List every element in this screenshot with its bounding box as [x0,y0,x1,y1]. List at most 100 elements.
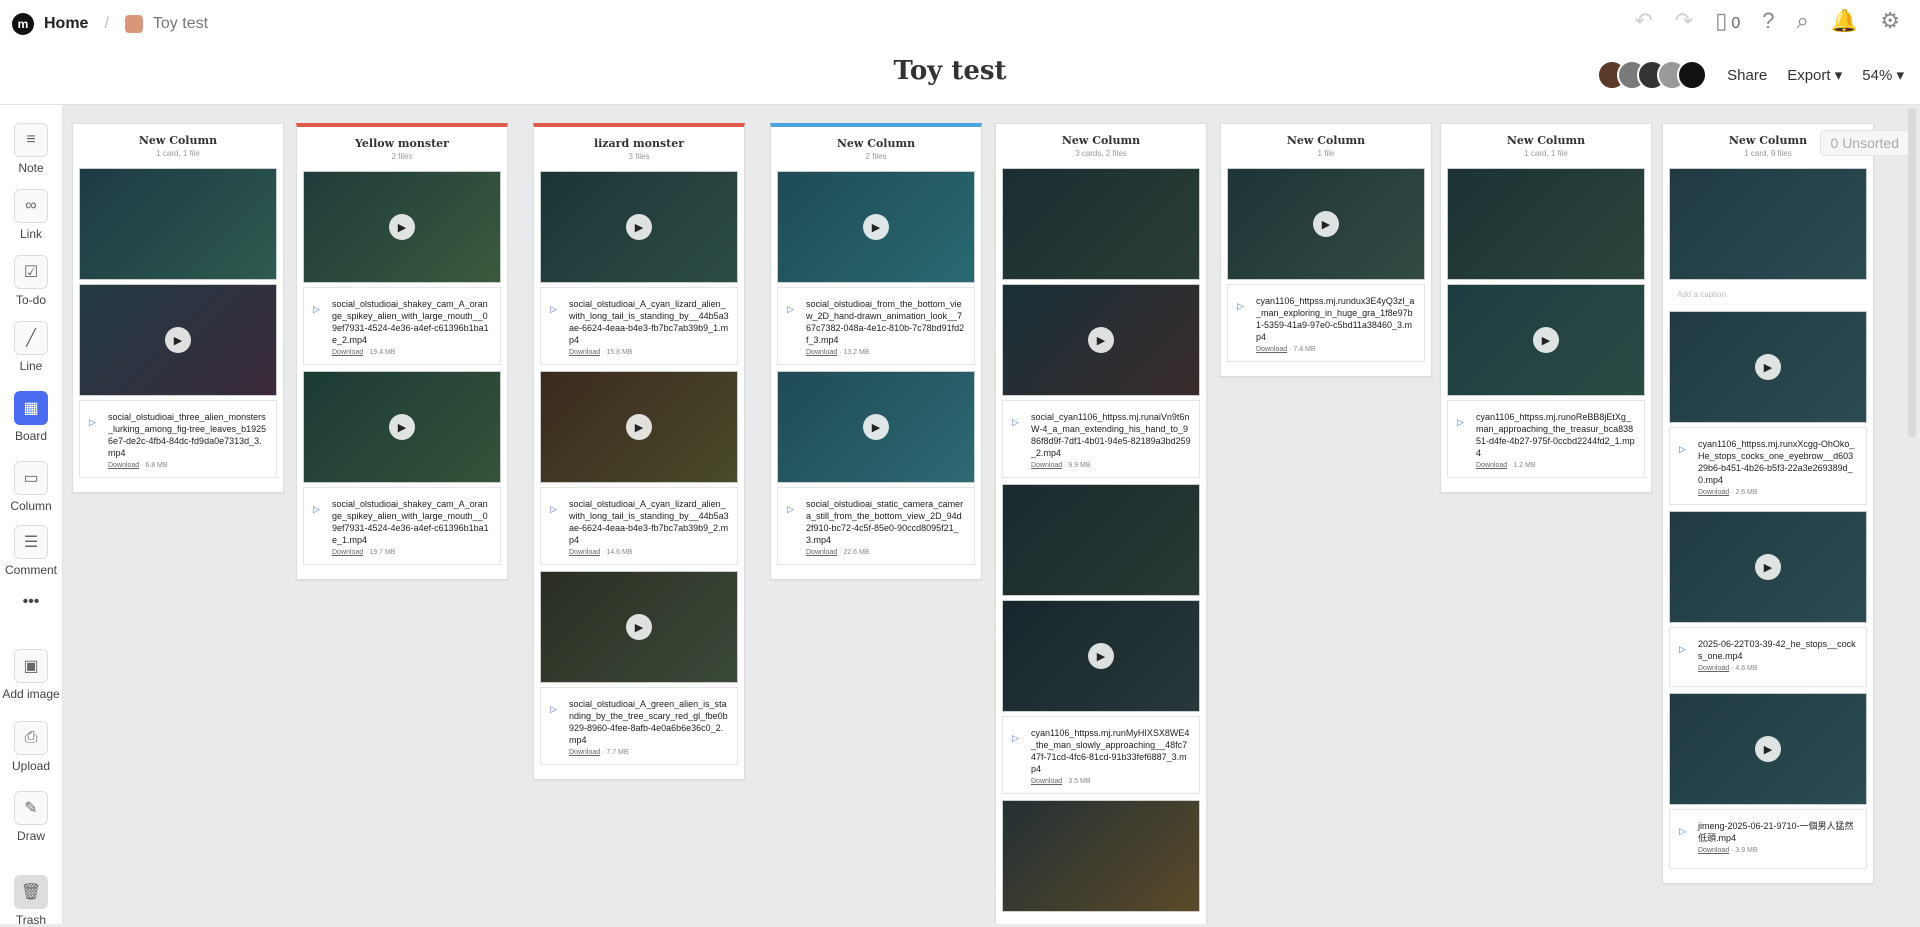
play-icon[interactable]: ▶ [1088,643,1114,669]
download-link[interactable]: Download [332,349,363,356]
column-header[interactable]: New Column 1 file [1221,124,1431,164]
download-link[interactable]: Download [332,549,363,556]
video-thumbnail[interactable]: ▶ [540,171,738,283]
file-card[interactable]: ▷ social_olstudioai_A_cyan_lizard_alien_w… [540,487,738,565]
video-thumbnail[interactable]: ▶ [1002,284,1200,396]
note-tool[interactable]: ≡ Note [0,123,62,175]
video-thumbnail[interactable]: ▶ [303,371,501,483]
column-header[interactable]: New Column 2 files [771,127,981,167]
video-thumbnail[interactable]: ▶ [79,284,277,396]
video-thumbnail[interactable] [1002,168,1200,280]
video-thumbnail[interactable] [79,168,277,280]
column-title[interactable]: New Column [73,134,283,147]
undo-icon[interactable]: ↶ [1634,8,1652,34]
search-icon[interactable]: ⌕ [1797,8,1809,34]
download-link[interactable]: Download [569,349,600,356]
file-card[interactable]: ▷ social_olstudioai_shakey_cam_A_orange_s… [303,287,501,365]
video-thumbnail[interactable] [1002,484,1200,596]
download-link[interactable]: Download [1698,847,1729,854]
breadcrumb-home[interactable]: Home [44,15,88,33]
play-icon[interactable]: ▶ [389,414,415,440]
column-title[interactable]: Yellow monster [297,137,507,150]
help-icon[interactable]: ? [1762,8,1774,34]
column-header[interactable]: New Column 1 card, 1 file [73,124,283,164]
link-tool[interactable]: ∞ Link [0,189,62,241]
draw-tool[interactable]: ✎ Draw [0,791,62,843]
column-header[interactable]: lizard monster 3 files [534,127,744,167]
video-thumbnail[interactable]: ▶ [540,371,738,483]
zoom-button[interactable]: 54% ▾ [1862,66,1904,84]
download-link[interactable]: Download [1031,778,1062,785]
file-card[interactable]: ▷ social_olstudioai_shakey_cam_A_orange_s… [303,487,501,565]
file-card[interactable]: ▷ cyan1106_httpss.mj.runxXcgg-OhOko_He_st… [1669,427,1867,505]
column-title[interactable]: lizard monster [534,137,744,150]
play-icon[interactable]: ▶ [1755,554,1781,580]
video-thumbnail[interactable] [1669,168,1867,280]
download-link[interactable]: Download [569,749,600,756]
download-link[interactable]: Download [1256,346,1287,353]
video-thumbnail[interactable]: ▶ [1669,693,1867,805]
file-card[interactable]: ▷ jimeng-2025-06-21-9710-一個男人猛然低頭.mp4 Down… [1669,809,1867,869]
board-column[interactable]: Yellow monster 2 files ▶ ▷ social_olstudioai… [296,123,508,580]
file-card[interactable]: ▷ 2025-06-22T03-39-42_he_stops__cocks_one… [1669,627,1867,687]
play-icon[interactable]: ▶ [1088,327,1114,353]
play-icon[interactable]: ▶ [1533,327,1559,353]
add-image-tool[interactable]: ▣ Add image [0,649,62,701]
gear-icon[interactable]: ⚙ [1880,8,1900,34]
download-link[interactable]: Download [108,462,139,469]
play-icon[interactable]: ▶ [1755,354,1781,380]
board-column[interactable]: New Column 2 files ▶ ▷ social_olstudioai_fro… [770,123,982,580]
board-canvas[interactable]: New Column 1 card, 1 file ▶ ▷ social_olstudi… [62,105,1920,924]
column-header[interactable]: New Column 1 card, 1 file [1441,124,1651,164]
download-link[interactable]: Download [806,549,837,556]
bell-icon[interactable]: 🔔 [1831,8,1858,34]
play-icon[interactable]: ▶ [626,614,652,640]
play-icon[interactable]: ▶ [389,214,415,240]
line-tool[interactable]: ╱ Line [0,321,62,373]
board-column[interactable]: New Column 1 file ▶ ▷ cyan1106_httpss.mj.run… [1220,123,1432,377]
play-icon[interactable]: ▶ [863,214,889,240]
file-card[interactable]: ▷ cyan1106_httpss.mj.runoReBB8jEtXg_man_a… [1447,400,1645,478]
todo-tool[interactable]: ☑ To-do [0,255,62,307]
play-icon[interactable]: ▶ [863,414,889,440]
video-thumbnail[interactable]: ▶ [1002,600,1200,712]
comment-tool[interactable]: ☰ Comment [0,525,62,577]
play-icon[interactable]: ▶ [626,414,652,440]
video-thumbnail[interactable]: ▶ [777,171,975,283]
download-link[interactable]: Download [569,549,600,556]
video-thumbnail[interactable]: ▶ [1227,168,1425,280]
export-button[interactable]: Export ▾ [1787,66,1842,84]
video-thumbnail[interactable] [1002,800,1200,912]
breadcrumb-board[interactable]: Toy test [153,15,208,33]
redo-icon[interactable]: ↷ [1675,8,1693,34]
device-icon[interactable]: ▯ 0 [1715,8,1740,34]
board-column[interactable]: New Column 1 card, 1 file ▶ ▷ cyan1106_https… [1440,123,1652,493]
download-link[interactable]: Download [806,349,837,356]
unsorted-button[interactable]: 0 Unsorted [1819,130,1910,156]
column-header[interactable]: Yellow monster 2 files [297,127,507,167]
video-thumbnail[interactable] [1447,168,1645,280]
download-link[interactable]: Download [1031,462,1062,469]
file-card[interactable]: ▷ social_olstudioai_A_green_alien_is_stan… [540,687,738,765]
board-column[interactable]: lizard monster 3 files ▶ ▷ social_olstudioai… [533,123,745,780]
video-thumbnail[interactable]: ▶ [1669,311,1867,423]
column-header[interactable]: New Column 3 cards, 2 files [996,124,1206,164]
column-title[interactable]: New Column [771,137,981,150]
column-title[interactable]: New Column [1441,134,1651,147]
column-title[interactable]: New Column [1221,134,1431,147]
file-card[interactable]: ▷ social_olstudioai_three_alien_monsters_… [79,400,277,478]
share-button[interactable]: Share [1727,67,1767,84]
file-card[interactable]: ▷ social_cyan1106_httpss.mj.runaiVn9t6nW-… [1002,400,1200,478]
board-column[interactable]: New Column 3 cards, 2 files ▶ ▷ social_cyan1… [995,123,1207,924]
more-tools-icon[interactable]: ••• [0,593,62,611]
upload-tool[interactable]: ⎙ Upload [0,721,62,773]
vertical-scrollbar[interactable] [1908,108,1916,438]
video-thumbnail[interactable]: ▶ [777,371,975,483]
board-tool[interactable]: ▦ Board [0,391,62,443]
play-icon[interactable]: ▶ [626,214,652,240]
app-logo-icon[interactable]: m [12,13,34,35]
file-card[interactable]: ▷ social_olstudioai_static_camera_camera_… [777,487,975,565]
collaborator-avatars[interactable] [1597,60,1708,90]
board-column[interactable]: New Column 1 card, 9 files Add a caption ▶ ▷… [1662,123,1874,884]
download-link[interactable]: Download [1698,489,1729,496]
